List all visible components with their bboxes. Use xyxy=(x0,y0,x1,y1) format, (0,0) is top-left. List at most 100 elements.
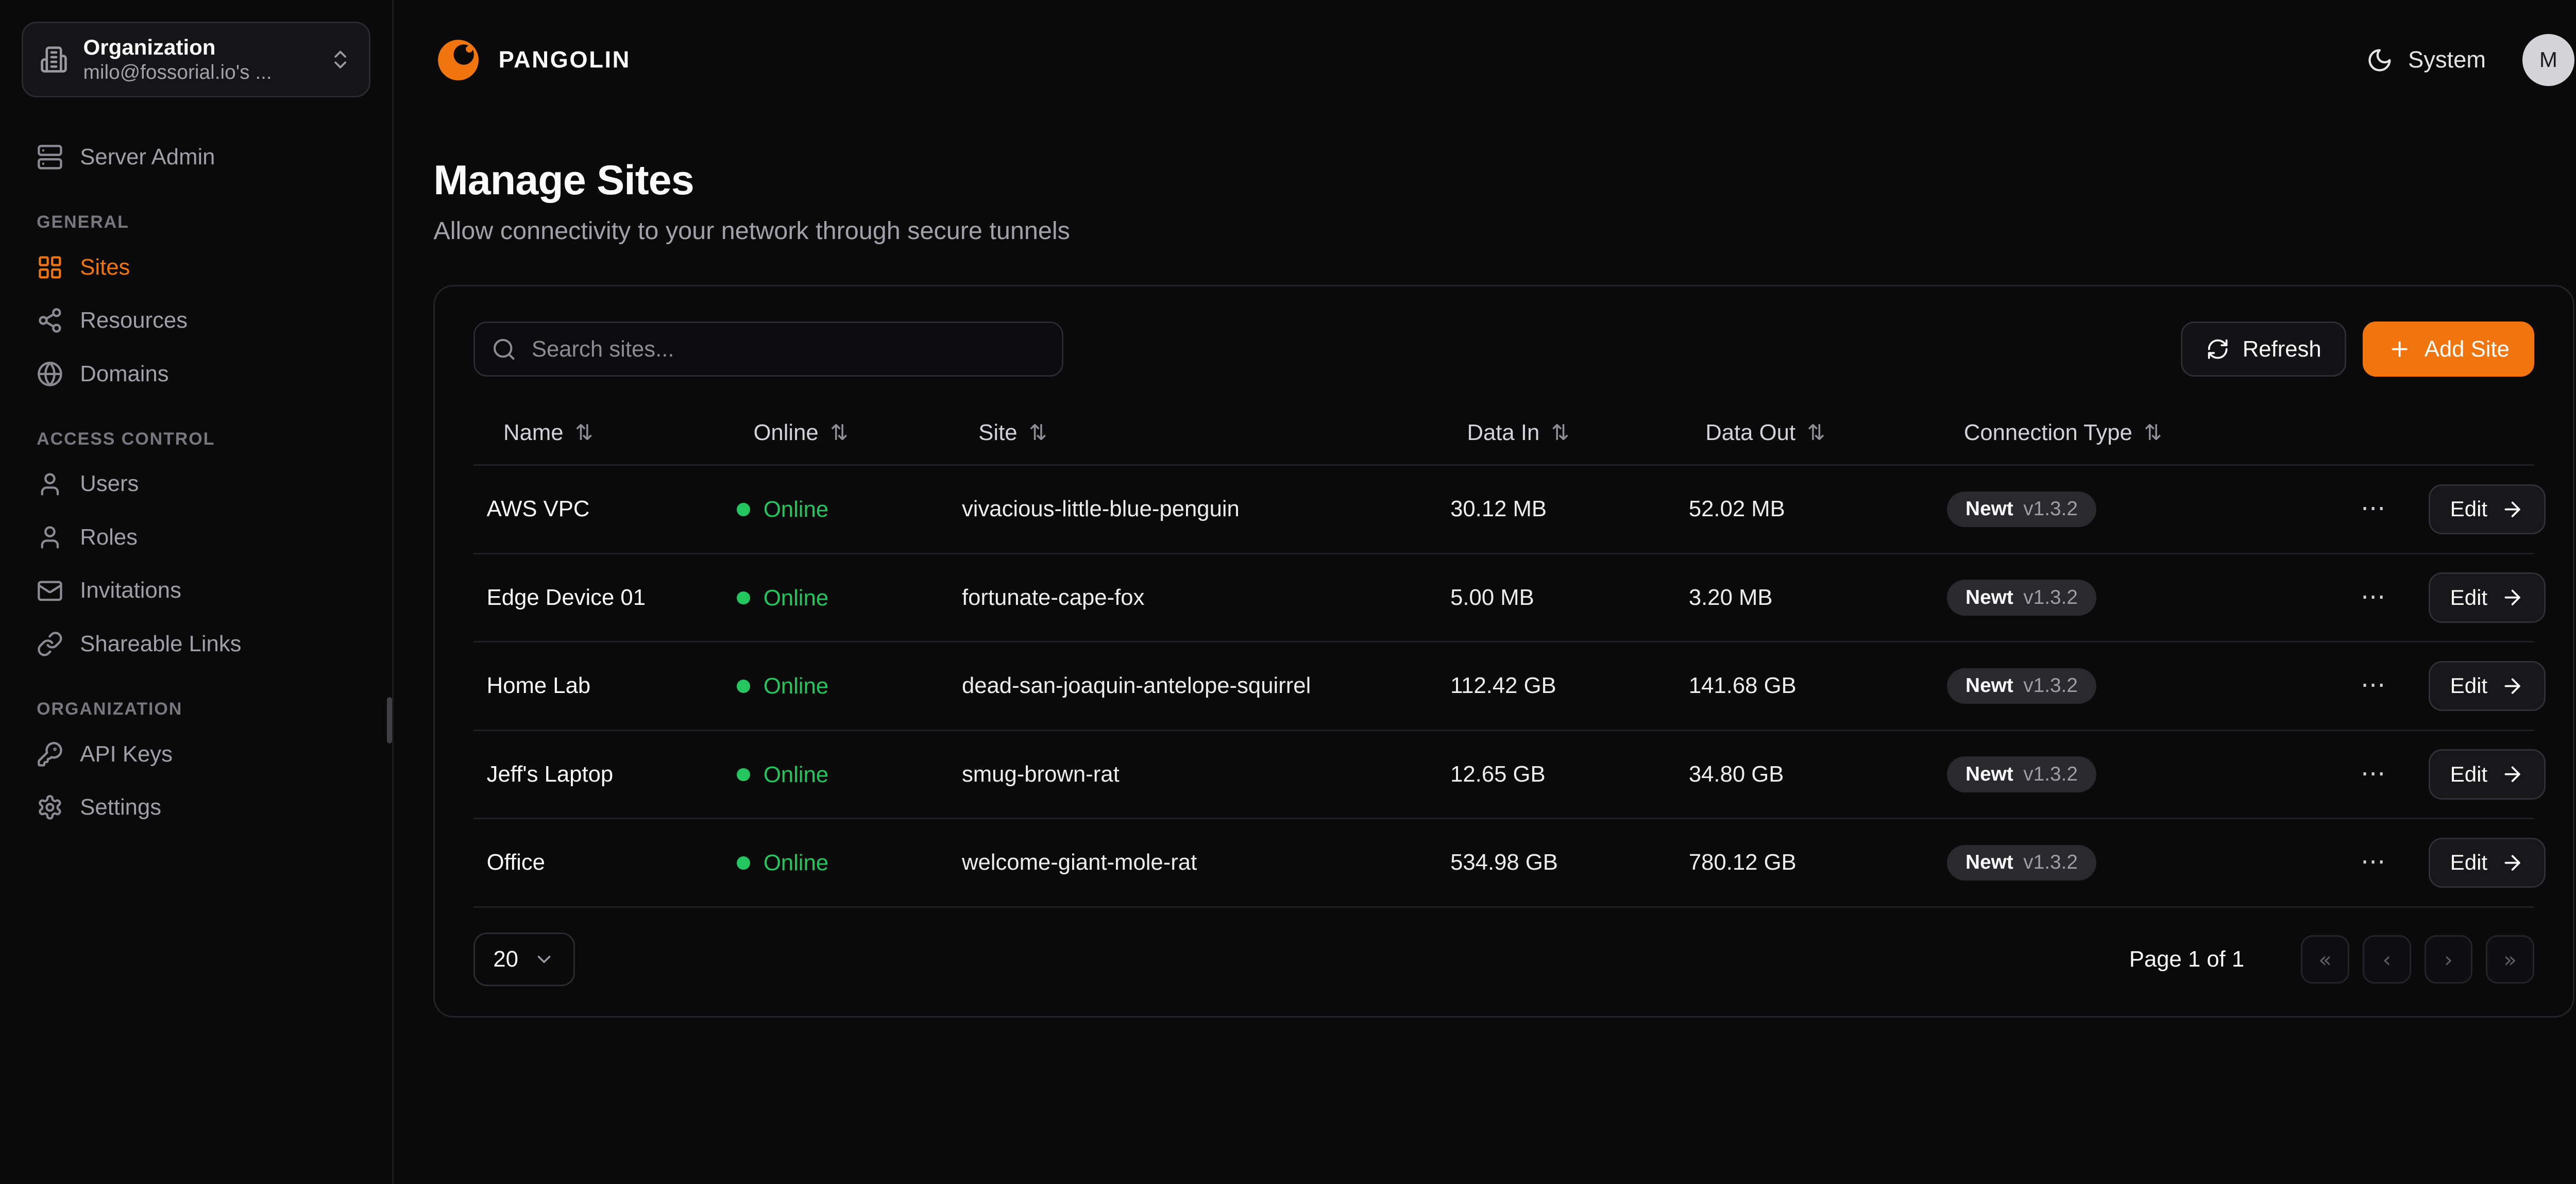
org-subtitle: milo@fossorial.io's ... xyxy=(83,61,314,84)
add-site-button[interactable]: Add Site xyxy=(2363,322,2534,377)
topbar-right: System M xyxy=(2366,34,2574,86)
status-label: Online xyxy=(764,850,828,876)
connection-type: Newt xyxy=(1965,763,2013,786)
building-icon xyxy=(40,45,68,74)
refresh-button[interactable]: Refresh xyxy=(2181,322,2346,377)
column-label: Site xyxy=(978,420,1017,446)
sidebar-item-label: Shareable Links xyxy=(80,631,241,657)
user-icon xyxy=(37,524,63,551)
edit-button[interactable]: Edit xyxy=(2429,572,2546,622)
data-in-value: 534.98 GB xyxy=(1437,819,1675,907)
data-in-value: 5.00 MB xyxy=(1437,553,1675,642)
sites-table: Name⇅ Online⇅ Site⇅ Data In⇅ Data Out⇅ C… xyxy=(473,397,2534,908)
sidebar-item-domains[interactable]: Domains xyxy=(22,347,370,401)
sidebar-item-label: Server Admin xyxy=(80,144,215,170)
connection-type: Newt xyxy=(1965,674,2013,697)
sidebar: Organization milo@fossorial.io's ... Ser… xyxy=(0,0,394,1184)
status-label: Online xyxy=(764,585,828,611)
gear-icon xyxy=(37,794,63,821)
status-label: Online xyxy=(764,673,828,699)
edit-label: Edit xyxy=(2450,850,2487,875)
table-header-row: Name⇅ Online⇅ Site⇅ Data In⇅ Data Out⇅ C… xyxy=(473,397,2534,465)
user-icon xyxy=(37,471,63,498)
connection-type: Newt xyxy=(1965,851,2013,874)
sidebar-scrollbar[interactable] xyxy=(387,697,392,744)
sidebar-item-invitations[interactable]: Invitations xyxy=(22,564,370,618)
row-menu-button[interactable]: ⋯ xyxy=(2347,576,2399,618)
sidebar-item-label: API Keys xyxy=(80,741,173,767)
sidebar-item-settings[interactable]: Settings xyxy=(22,781,370,834)
column-sort-connection-type[interactable]: Connection Type⇅ xyxy=(1947,420,2162,446)
sidebar-item-users[interactable]: Users xyxy=(22,458,370,511)
link-icon xyxy=(37,631,63,657)
avatar[interactable]: M xyxy=(2522,34,2574,86)
column-sort-online[interactable]: Online⇅ xyxy=(737,420,848,446)
table-row: Jeff's Laptop Online smug-brown-rat 12.6… xyxy=(473,730,2534,819)
sidebar-item-server-admin[interactable]: Server Admin xyxy=(22,130,370,184)
main-content: PANGOLIN System M Manage Sites Allow con… xyxy=(394,0,2576,1184)
data-out-value: 52.02 MB xyxy=(1675,465,1934,554)
sidebar-item-shareable-links[interactable]: Shareable Links xyxy=(22,617,370,671)
page-size-select[interactable]: 20 xyxy=(473,933,575,986)
status-badge: Online xyxy=(737,673,828,699)
server-icon xyxy=(37,144,63,171)
site-name: Home Lab xyxy=(473,642,723,731)
sidebar-item-api-keys[interactable]: API Keys xyxy=(22,728,370,781)
org-selector[interactable]: Organization milo@fossorial.io's ... xyxy=(22,22,370,97)
online-dot-icon xyxy=(737,680,750,693)
last-page-button[interactable]: » xyxy=(2486,935,2534,984)
connection-version: v1.3.2 xyxy=(2023,851,2078,874)
status-badge: Online xyxy=(737,497,828,522)
edit-button[interactable]: Edit xyxy=(2429,661,2546,711)
data-in-value: 12.65 GB xyxy=(1437,730,1675,819)
data-out-value: 780.12 GB xyxy=(1675,819,1934,907)
prev-page-button[interactable]: ‹ xyxy=(2363,935,2411,984)
row-menu-button[interactable]: ⋯ xyxy=(2347,664,2399,706)
site-name: Jeff's Laptop xyxy=(473,730,723,819)
brand: PANGOLIN xyxy=(433,35,631,85)
edit-button[interactable]: Edit xyxy=(2429,749,2546,799)
column-sort-name[interactable]: Name⇅ xyxy=(487,420,594,446)
edit-button[interactable]: Edit xyxy=(2429,838,2546,888)
theme-toggle[interactable]: System xyxy=(2366,46,2486,73)
sidebar-item-label: Resources xyxy=(80,308,188,333)
arrow-right-icon xyxy=(2501,498,2524,521)
page-info: Page 1 of 1 xyxy=(2129,946,2244,972)
column-label: Data Out xyxy=(1705,420,1795,446)
sidebar-item-label: Settings xyxy=(80,794,161,820)
sidebar-item-resources[interactable]: Resources xyxy=(22,294,370,348)
edit-button[interactable]: Edit xyxy=(2429,484,2546,534)
status-label: Online xyxy=(764,497,828,522)
sort-icon: ⇅ xyxy=(1807,420,1825,445)
first-page-button[interactable]: « xyxy=(2301,935,2349,984)
row-menu-button[interactable]: ⋯ xyxy=(2347,841,2399,883)
connection-version: v1.3.2 xyxy=(2023,674,2078,697)
sort-icon: ⇅ xyxy=(830,420,848,445)
connection-type: Newt xyxy=(1965,586,2013,609)
search-icon xyxy=(492,337,517,362)
arrow-right-icon xyxy=(2501,674,2524,698)
edit-label: Edit xyxy=(2450,585,2487,610)
row-menu-button[interactable]: ⋯ xyxy=(2347,752,2399,794)
sort-icon: ⇅ xyxy=(1551,420,1569,445)
page-subtitle: Allow connectivity to your network throu… xyxy=(433,216,2574,245)
site-name: AWS VPC xyxy=(473,465,723,554)
column-sort-data-out[interactable]: Data Out ⇅ xyxy=(1689,420,1825,446)
chevrons-up-down-icon xyxy=(329,48,352,71)
sort-icon: ⇅ xyxy=(2144,420,2162,445)
column-sort-site[interactable]: Site⇅ xyxy=(962,420,1047,446)
sidebar-item-sites[interactable]: Sites xyxy=(22,241,370,294)
org-text: Organization milo@fossorial.io's ... xyxy=(83,35,314,84)
section-heading-organization: ORGANIZATION xyxy=(37,699,370,719)
column-actions xyxy=(2334,397,2534,465)
search-input[interactable] xyxy=(473,322,1064,377)
table-footer: 20 Page 1 of 1 « ‹ › » xyxy=(473,933,2534,986)
row-menu-button[interactable]: ⋯ xyxy=(2347,487,2399,530)
arrow-right-icon xyxy=(2501,851,2524,874)
next-page-button[interactable]: › xyxy=(2425,935,2473,984)
column-sort-data-in[interactable]: Data In⇅ xyxy=(1450,420,1569,446)
site-tunnel-name: dead-san-joaquin-antelope-squirrel xyxy=(948,642,1437,731)
table-row: Office Online welcome-giant-mole-rat 534… xyxy=(473,819,2534,907)
sidebar-item-roles[interactable]: Roles xyxy=(22,511,370,564)
pagination: Page 1 of 1 « ‹ › » xyxy=(2129,935,2534,984)
